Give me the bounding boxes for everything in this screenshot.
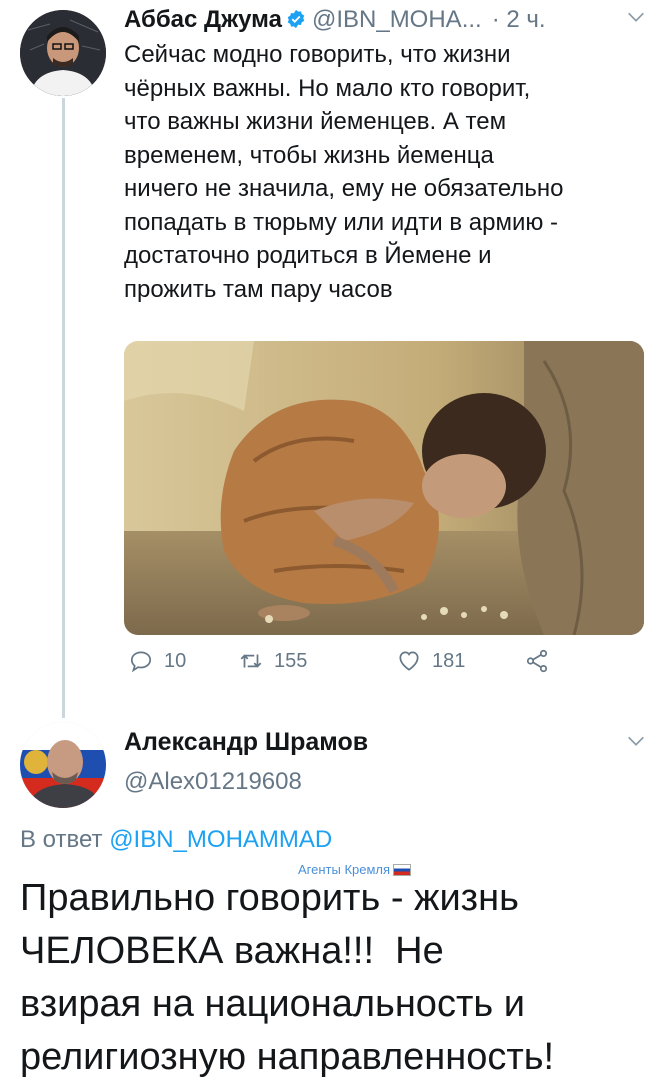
verified-badge-icon <box>287 9 305 29</box>
tweet-actions: 10 155 181 <box>124 648 574 684</box>
photo-child-eating <box>124 341 644 635</box>
share-button[interactable] <box>524 648 550 674</box>
author-name[interactable]: Аббас Джума <box>124 6 282 33</box>
heart-icon <box>399 651 419 671</box>
tweet-text-line: чёрных важны. Но мало кто говорит, <box>124 74 531 102</box>
retweet-button[interactable]: 155 <box>238 648 307 674</box>
tweet-header: Аббас Джума @IBN_МОНА... · 2 ч. <box>124 6 643 38</box>
tweet-text-line: Сейчас модно говорить, что жизни <box>124 41 511 68</box>
tweet-text: Сейчас модно говорить, что жизни чёрных … <box>124 38 654 306</box>
reply-count: 10 <box>164 649 187 672</box>
author-handle[interactable]: @IBN_МОНА... <box>312 6 482 33</box>
retweet-count: 155 <box>274 649 308 672</box>
reply-text-line: взирая на национальность и <box>20 983 525 1025</box>
reply-context: В ответ @IBN_MOHAMMAD <box>20 826 332 854</box>
avatar[interactable] <box>20 722 106 808</box>
like-count: 181 <box>432 649 466 672</box>
reply-author-name[interactable]: Александр Шрамов <box>124 728 368 757</box>
avatar[interactable] <box>20 10 106 96</box>
reply-icon <box>130 651 152 673</box>
avatar-portrait <box>20 10 106 96</box>
tweet-text-line: ничего не значила, ему не обязательно <box>124 175 564 202</box>
timestamp[interactable]: · 2 ч. <box>492 6 546 33</box>
chevron-down-icon[interactable] <box>625 730 647 752</box>
thread-connector-line <box>62 98 65 718</box>
like-button[interactable]: 181 <box>396 648 465 674</box>
share-icon <box>526 649 548 673</box>
tweet-text-line: достаточно родиться в Йемене и <box>124 242 492 269</box>
tweet-photo[interactable] <box>124 341 644 635</box>
tweet-text-line: временем, чтобы жизнь йеменца <box>124 141 494 169</box>
reply-mention-link[interactable]: @IBN_MOHAMMAD <box>109 826 332 853</box>
avatar-portrait <box>20 722 106 808</box>
reply-author-handle[interactable]: @Alex01219608 <box>124 768 302 796</box>
reply-text-line: Правильно говорить - жизнь <box>20 877 519 919</box>
reply-text-line: религиозную направленность! <box>20 1036 555 1078</box>
tweet-text-line: попадать в тюрьму или идти в армию - <box>124 208 559 236</box>
reply-prefix: В ответ <box>20 826 110 853</box>
reply-text-line: ЧЕЛОВЕКА важна!!! Не <box>20 930 444 972</box>
chevron-down-icon[interactable] <box>625 6 647 28</box>
tweet-text-line: что важны жизни йеменцев. А тем <box>124 108 507 135</box>
retweet-icon <box>240 654 262 668</box>
reply-text: Правильно говорить - жизнь ЧЕЛОВЕКА важн… <box>20 872 650 1084</box>
reply-button[interactable]: 10 <box>128 648 186 674</box>
tweet-text-line: прожить там пару часов <box>124 275 393 303</box>
